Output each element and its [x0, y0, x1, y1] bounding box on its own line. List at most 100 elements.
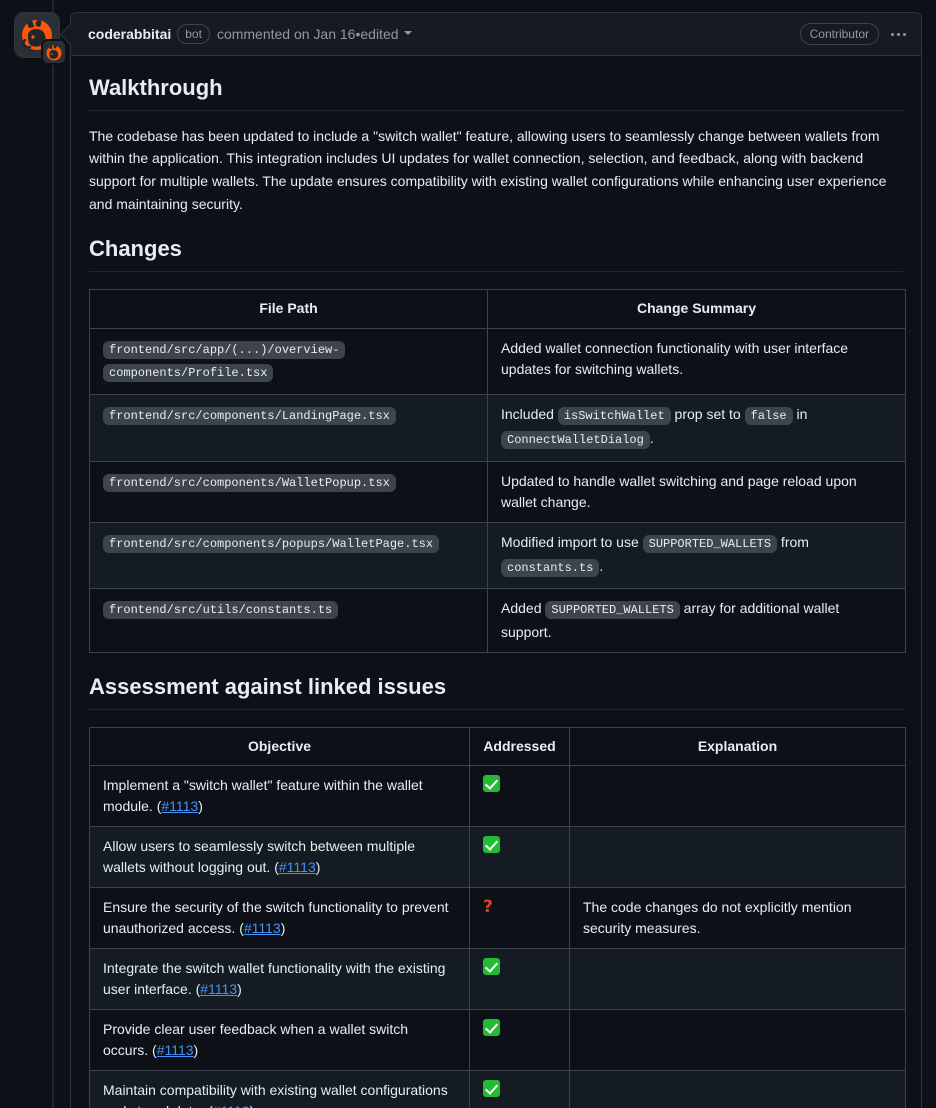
cell-addressed — [469, 826, 570, 889]
assessment-heading: Assessment against linked issues — [89, 673, 903, 710]
assessment-table-header-row: Objective Addressed Explanation — [89, 726, 906, 767]
column-header-objective: Objective — [89, 726, 470, 767]
avatar[interactable] — [14, 12, 67, 65]
addressed-unclear-icon: ? — [483, 897, 493, 918]
comment-page: coderabbitai bot commented on Jan 16 • e… — [0, 0, 936, 1108]
summary-text: Added — [501, 600, 546, 617]
changes-table: File Path Change Summary frontend/src/ap… — [89, 288, 906, 654]
addressed-yes-icon — [483, 836, 500, 854]
inline-code: isSwitchWallet — [557, 407, 671, 426]
comment-timestamp: commented on Jan 16 — [216, 26, 356, 42]
summary-text: prop set to — [670, 406, 745, 423]
cell-objective: Allow users to seamlessly switch between… — [89, 826, 470, 889]
edited-label[interactable]: edited — [360, 26, 398, 42]
changes-table-header-row: File Path Change Summary — [89, 288, 906, 329]
issue-link[interactable]: #1113 — [200, 981, 237, 997]
addressed-yes-icon — [483, 1080, 500, 1098]
summary-text: Updated to handle wallet switching and p… — [501, 472, 857, 510]
inline-code: ConnectWalletDialog — [501, 430, 650, 449]
assessment-table: Objective Addressed Explanation Implemen… — [89, 726, 906, 1108]
cell-explanation — [569, 1070, 906, 1108]
summary-text: Modified import to use — [501, 533, 643, 550]
timeline-rail — [52, 0, 54, 1108]
summary-text: . — [649, 429, 654, 446]
cell-explanation — [569, 948, 906, 1011]
issue-link[interactable]: #1113 — [279, 859, 316, 875]
table-row: Maintain compatibility with existing wal… — [89, 1070, 906, 1108]
cell-explanation — [569, 765, 906, 828]
objective-text-tail: ) — [315, 859, 321, 876]
addressed-yes-icon — [483, 1019, 500, 1037]
table-row: frontend/src/components/LandingPage.tsx I… — [89, 394, 906, 462]
table-row: Implement a "switch wallet" feature with… — [89, 765, 906, 828]
walkthrough-heading: Walkthrough — [89, 74, 903, 111]
comment-card: coderabbitai bot commented on Jan 16 • e… — [70, 12, 922, 1108]
cell-addressed — [469, 948, 570, 1011]
objective-text: Provide clear user feedback when a walle… — [103, 1021, 409, 1059]
addressed-yes-icon — [483, 958, 500, 976]
cell-explanation — [569, 826, 906, 889]
changes-heading: Changes — [89, 235, 903, 272]
inline-code: SUPPORTED_WALLETS — [545, 601, 680, 620]
table-row: Ensure the security of the switch functi… — [89, 887, 906, 950]
inline-code: constants.ts — [501, 558, 600, 577]
kebab-menu-icon[interactable] — [889, 29, 908, 40]
inline-code: SUPPORTED_WALLETS — [642, 534, 778, 553]
coderabbit-mini-logo-icon — [41, 39, 67, 65]
cell-objective: Maintain compatibility with existing wal… — [89, 1070, 470, 1108]
comment-author[interactable]: coderabbitai — [88, 26, 171, 42]
objective-text-tail: ) — [193, 1042, 199, 1059]
objective-text: Integrate the switch wallet functionalit… — [103, 960, 446, 998]
cell-explanation — [569, 1009, 906, 1072]
file-path-code: frontend/src/components/WalletPopup.tsx — [103, 473, 396, 492]
issue-link[interactable]: #1113 — [161, 798, 198, 814]
objective-text-tail: ) — [198, 798, 203, 815]
cell-addressed: ? — [469, 887, 570, 950]
issue-link[interactable]: #1113 — [213, 1103, 250, 1108]
file-path-code: frontend/src/components/LandingPage.tsx — [103, 407, 396, 426]
summary-text: in — [792, 406, 808, 423]
cell-objective: Integrate the switch wallet functionalit… — [89, 948, 470, 1011]
comment-header: coderabbitai bot commented on Jan 16 • e… — [71, 13, 921, 56]
objective-text-tail: ) — [237, 981, 242, 998]
objective-text-tail: ) — [250, 1103, 255, 1108]
cell-objective: Ensure the security of the switch functi… — [89, 887, 470, 950]
objective-text: Maintain compatibility with existing wal… — [103, 1082, 448, 1108]
column-header-addressed: Addressed — [469, 726, 570, 767]
cell-change-summary: Included isSwitchWallet prop set to fals… — [487, 394, 906, 462]
summary-text: . — [599, 557, 604, 574]
cell-file-path: frontend/src/components/popups/WalletPag… — [89, 521, 488, 590]
chevron-down-icon[interactable] — [403, 31, 412, 35]
objective-text: Implement a "switch wallet" feature with… — [103, 777, 423, 815]
cell-addressed — [469, 1009, 570, 1072]
table-row: frontend/src/components/WalletPopup.tsx U… — [89, 460, 906, 523]
cell-file-path: frontend/src/components/WalletPopup.tsx — [89, 460, 488, 523]
column-header-explanation: Explanation — [569, 726, 906, 767]
issue-link[interactable]: #1113 — [244, 920, 281, 936]
summary-text: Added wallet connection functionality wi… — [501, 339, 849, 377]
table-row: Allow users to seamlessly switch between… — [89, 826, 906, 889]
bot-badge: bot — [177, 24, 210, 44]
objective-text: Allow users to seamlessly switch between… — [103, 838, 416, 876]
table-row: frontend/src/utils/constants.ts Added SUP… — [89, 588, 906, 654]
assessment-table-body: Implement a "switch wallet" feature with… — [89, 765, 906, 1108]
cell-change-summary: Updated to handle wallet switching and p… — [487, 460, 906, 523]
cell-addressed — [469, 1070, 570, 1108]
file-path-code: frontend/src/app/(...)/overview-componen… — [103, 340, 346, 383]
file-path-code: frontend/src/components/popups/WalletPag… — [103, 534, 440, 553]
table-row: frontend/src/app/(...)/overview-componen… — [89, 327, 906, 396]
cell-file-path: frontend/src/app/(...)/overview-componen… — [89, 327, 488, 396]
cell-file-path: frontend/src/components/LandingPage.tsx — [89, 394, 488, 462]
walkthrough-paragraph: The codebase has been updated to include… — [89, 127, 887, 212]
column-header-file-path: File Path — [89, 288, 488, 329]
cell-change-summary: Added SUPPORTED_WALLETS array for additi… — [487, 588, 906, 654]
status-badge[interactable]: Contributor — [799, 23, 879, 45]
cell-file-path: frontend/src/utils/constants.ts — [89, 588, 488, 654]
table-row: Integrate the switch wallet functionalit… — [89, 948, 906, 1011]
cell-addressed — [469, 765, 570, 828]
issue-link[interactable]: #1113 — [157, 1042, 194, 1058]
comment-header-actions: Contributor — [799, 23, 908, 45]
cell-change-summary: Modified import to use SUPPORTED_WALLETS… — [487, 521, 906, 590]
cell-change-summary: Added wallet connection functionality wi… — [487, 327, 906, 396]
column-header-change-summary: Change Summary — [487, 288, 906, 329]
